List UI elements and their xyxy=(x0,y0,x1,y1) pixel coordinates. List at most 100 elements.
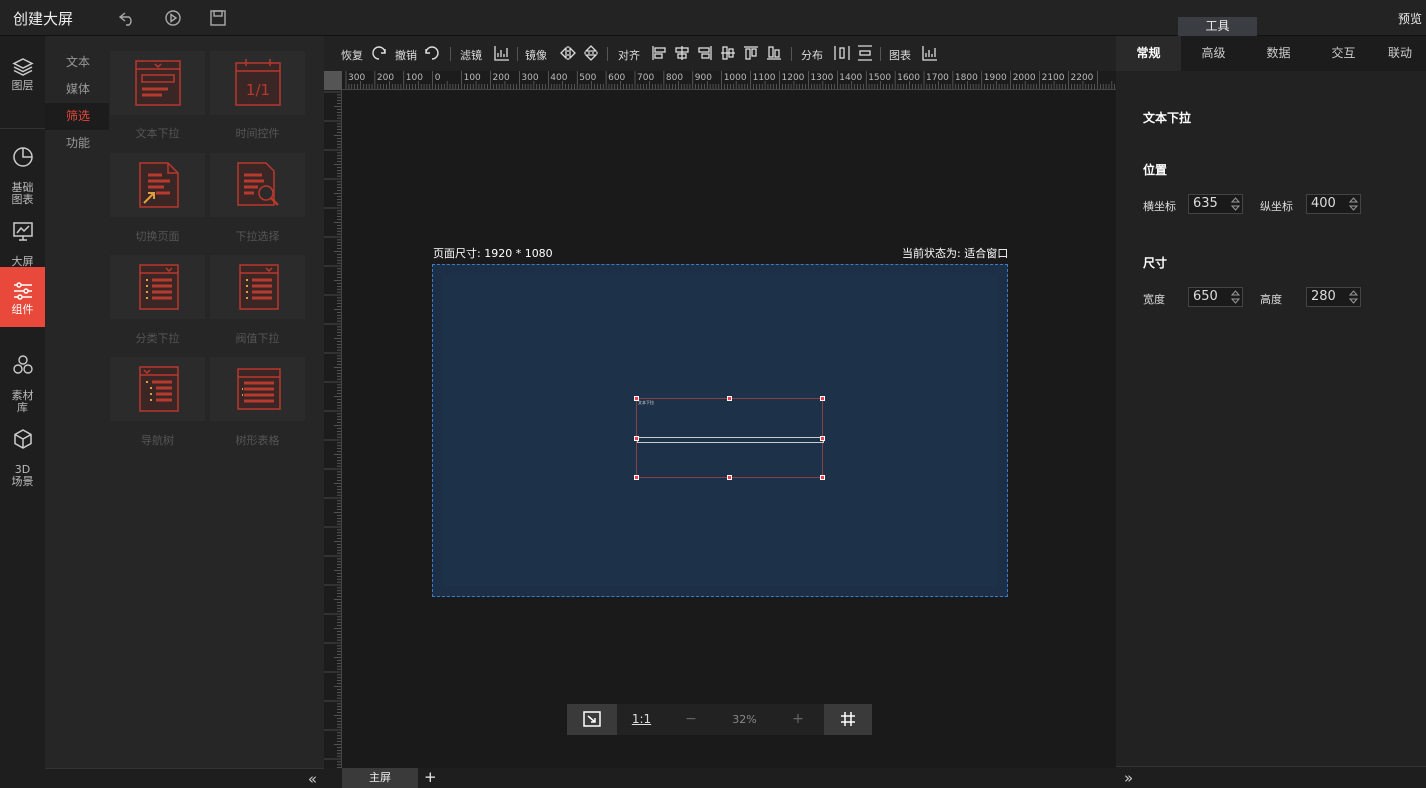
distribute-label[interactable]: 分布 xyxy=(801,47,823,63)
chart-label[interactable]: 图表 xyxy=(889,47,911,63)
screen-tab-main[interactable]: 主屏 xyxy=(342,768,418,788)
undo-icon[interactable] xyxy=(118,9,136,27)
ruler-label: 1800 xyxy=(955,73,978,83)
grid-toggle-button[interactable] xyxy=(824,704,872,735)
text-dropdown-widget[interactable]: 文本下拉 xyxy=(634,396,825,480)
nav-label: 3D 场景 xyxy=(11,463,34,488)
x-coordinate-input[interactable]: 635 xyxy=(1188,194,1243,214)
filter-chart-icon[interactable] xyxy=(494,45,510,61)
horizontal-ruler[interactable]: 300 200 100 0 100 200 300 400 500 600 700 800 900 100… xyxy=(324,71,1116,90)
ruler-label: 1100 xyxy=(753,73,776,83)
resize-handle[interactable] xyxy=(727,396,732,401)
stepper-arrows-icon[interactable] xyxy=(1230,196,1241,212)
preview-button[interactable]: 预览 xyxy=(1398,10,1422,27)
cube-icon xyxy=(13,429,32,449)
flip-vertical-icon[interactable] xyxy=(583,45,599,61)
tab-advanced[interactable]: 高级 xyxy=(1181,36,1246,71)
resize-handle[interactable] xyxy=(634,396,639,401)
add-screen-button[interactable]: + xyxy=(424,768,437,788)
text-dropdown-icon xyxy=(135,60,181,106)
undo-label[interactable]: 撤销 xyxy=(395,47,417,63)
height-input[interactable]: 280 xyxy=(1306,287,1361,307)
nav-item-components[interactable]: 组件 xyxy=(0,267,45,327)
nav-item-layers[interactable]: 图层 xyxy=(0,56,45,96)
tab-general[interactable]: 常规 xyxy=(1116,36,1181,71)
component-category-dropdown[interactable] xyxy=(110,255,205,319)
y-coordinate-input[interactable]: 400 xyxy=(1306,194,1361,214)
component-nav-tree[interactable] xyxy=(110,357,205,421)
resize-handle[interactable] xyxy=(820,475,825,480)
component-text-dropdown[interactable] xyxy=(110,51,205,115)
play-icon[interactable] xyxy=(164,9,182,27)
canvas-area[interactable]: 页面尺寸: 1920 * 1080 当前状态为: 适合窗口 文本下拉 1:1 −… xyxy=(342,91,1116,768)
tab-linkage[interactable]: 联动 xyxy=(1374,36,1426,71)
category-media[interactable]: 媒体 xyxy=(45,76,109,103)
align-center-icon[interactable] xyxy=(674,45,690,61)
widget-title: 文本下拉 xyxy=(638,400,655,406)
nav-item-assets[interactable]: 素材 库 xyxy=(0,342,45,414)
resize-handle[interactable] xyxy=(820,436,825,441)
zoom-in-button[interactable]: + xyxy=(774,704,822,735)
vertical-ruler[interactable] xyxy=(324,90,342,768)
stepper-arrows-icon[interactable] xyxy=(1348,196,1359,212)
stepper-arrows-icon[interactable] xyxy=(1348,289,1359,305)
component-label: 树形表格 xyxy=(235,434,280,447)
component-threshold-dropdown[interactable] xyxy=(210,255,305,319)
nav-item-3d-scene[interactable]: 3D 场景 xyxy=(0,416,45,488)
zoom-out-button[interactable]: − xyxy=(667,704,715,735)
fit-window-button[interactable] xyxy=(567,704,617,735)
ruler-label: 2000 xyxy=(1013,73,1036,83)
tools-tab[interactable]: 工具 xyxy=(1178,17,1257,36)
category-function[interactable]: 功能 xyxy=(45,130,109,157)
screen-page[interactable]: 文本下拉 xyxy=(432,264,1008,597)
stepper-arrows-icon[interactable] xyxy=(1230,289,1241,305)
distribute-horizontal-icon[interactable] xyxy=(834,45,850,61)
tab-interaction[interactable]: 交互 xyxy=(1311,36,1376,71)
nav-item-basic-charts[interactable]: 基础 图表 xyxy=(0,134,45,206)
component-tree-table[interactable] xyxy=(210,357,305,421)
nav-label: 图层 xyxy=(11,79,34,92)
align-right-icon[interactable] xyxy=(697,45,713,61)
ruler-label: 1700 xyxy=(926,73,949,83)
widget-dropdown-box[interactable] xyxy=(637,437,824,443)
resize-handle[interactable] xyxy=(634,436,639,441)
resize-handle[interactable] xyxy=(634,475,639,480)
save-icon[interactable] xyxy=(209,9,227,27)
distribute-vertical-icon[interactable] xyxy=(857,45,873,61)
resize-handle[interactable] xyxy=(727,475,732,480)
component-time-control[interactable]: 1/1 xyxy=(210,51,305,115)
ruler-label: 100 xyxy=(464,73,481,83)
ruler-label: 300 xyxy=(521,73,538,83)
undo-arrow-icon[interactable] xyxy=(424,45,440,61)
collapse-right-button[interactable]: » xyxy=(1124,769,1133,787)
screen-page-inner: 文本下拉 xyxy=(443,274,997,587)
category-filter[interactable]: 筛选 xyxy=(45,103,109,130)
ruler-label: 800 xyxy=(666,73,683,83)
nav-item-screen-charts[interactable]: 大屏 图表 xyxy=(0,208,45,280)
redo-icon[interactable] xyxy=(371,45,387,61)
width-input[interactable]: 650 xyxy=(1188,287,1243,307)
component-switch-page[interactable] xyxy=(110,153,205,217)
component-dropdown-select[interactable] xyxy=(210,153,305,217)
align-middle-icon[interactable] xyxy=(720,45,736,61)
mirror-label[interactable]: 镜像 xyxy=(525,47,547,63)
y-coordinate-value: 400 xyxy=(1311,196,1336,211)
tree-table-icon xyxy=(237,368,281,410)
right-footer: » xyxy=(1116,766,1426,788)
align-left-icon[interactable] xyxy=(651,45,667,61)
grid-icon xyxy=(841,712,855,726)
category-text[interactable]: 文本 xyxy=(45,49,109,76)
tab-data[interactable]: 数据 xyxy=(1246,36,1311,71)
flip-horizontal-icon[interactable] xyxy=(560,45,576,61)
align-label[interactable]: 对齐 xyxy=(618,47,640,63)
chart-icon[interactable] xyxy=(922,45,938,61)
size-heading: 尺寸 xyxy=(1143,256,1168,270)
redo-label[interactable]: 恢复 xyxy=(341,47,363,63)
resize-handle[interactable] xyxy=(820,396,825,401)
align-top-icon[interactable] xyxy=(743,45,759,61)
pie-chart-icon xyxy=(12,147,33,167)
filter-label[interactable]: 滤镜 xyxy=(460,47,482,63)
collapse-left-button[interactable]: « xyxy=(308,770,317,788)
actual-size-button[interactable]: 1:1 xyxy=(619,704,664,735)
align-bottom-icon[interactable] xyxy=(766,45,782,61)
